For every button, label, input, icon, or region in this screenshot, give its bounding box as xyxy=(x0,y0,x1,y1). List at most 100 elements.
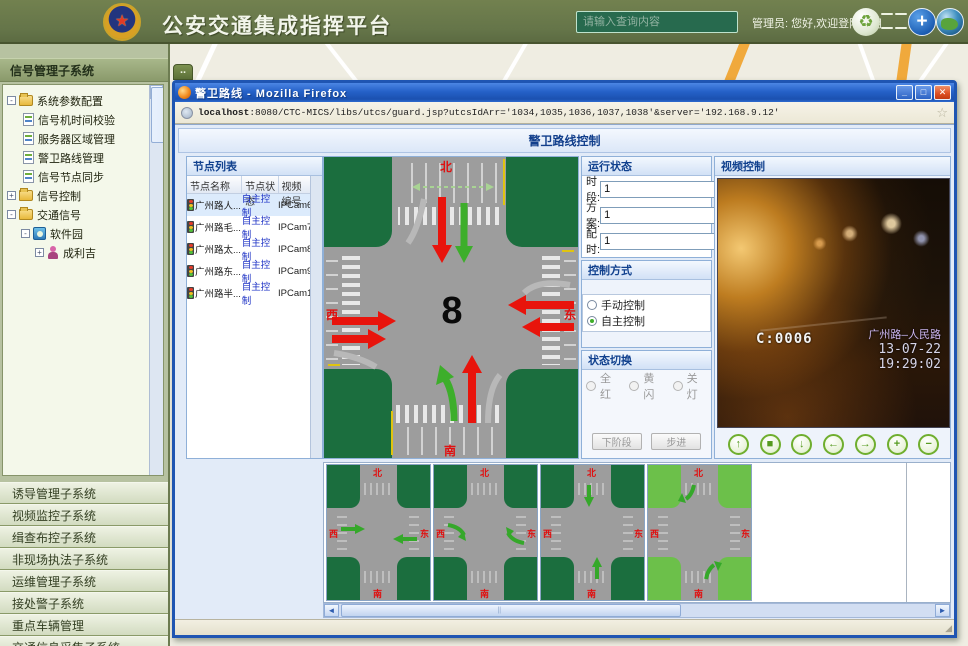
close-button[interactable]: ✕ xyxy=(934,85,951,100)
collapse-icon[interactable]: - xyxy=(21,229,30,238)
video-control-title: 视频控制 xyxy=(715,157,950,176)
search-input[interactable] xyxy=(576,11,738,33)
lights-off-option[interactable]: 关灯 xyxy=(673,378,707,394)
add-button[interactable]: + xyxy=(908,8,936,36)
sidebar-item-video-monitor[interactable]: 视频监控子系统 xyxy=(0,504,168,526)
thumb-label-south: 南 xyxy=(373,588,382,599)
sidebar-item-ops-management[interactable]: 运维管理子系统 xyxy=(0,570,168,592)
tree-item-label: 信号控制 xyxy=(37,188,81,204)
all-red-option[interactable]: 全红 xyxy=(586,378,620,394)
ptz-down-button[interactable]: ↓ xyxy=(791,434,812,455)
phase-thumb-ns-left[interactable]: 北 西 东 南 xyxy=(647,464,752,601)
tree-scrollbar[interactable]: ▲ xyxy=(149,85,163,475)
scroll-right-icon[interactable]: ► xyxy=(935,604,950,617)
radio-icon[interactable] xyxy=(629,381,639,391)
tree-item-chengliji[interactable]: + 成利吉 xyxy=(7,243,159,262)
field-label-timing: 配时: xyxy=(586,225,600,257)
radio-icon[interactable] xyxy=(586,381,596,391)
radio-label: 黄闪 xyxy=(643,370,663,402)
resize-grip[interactable]: ◢ xyxy=(945,623,952,634)
tree-item-node-sync[interactable]: 信号节点同步 xyxy=(7,167,159,186)
minimize-button[interactable]: _ xyxy=(896,85,913,100)
url-text[interactable]: localhost:8080/CTC-MICS/libs/utcs/guard.… xyxy=(198,107,931,118)
ptz-up-button[interactable]: ↑ xyxy=(728,434,749,455)
tree-item-software-park[interactable]: - 软件园 xyxy=(7,224,159,243)
badge-star-icon: ★ xyxy=(115,14,129,30)
apps-grid-icon[interactable] xyxy=(880,8,908,36)
person-icon xyxy=(47,246,59,259)
sidebar-item-alarm-handling[interactable]: 接处警子系统 xyxy=(0,592,168,614)
region-icon xyxy=(33,227,46,240)
scroll-left-icon[interactable]: ◄ xyxy=(324,604,339,617)
scrollbar-thumb[interactable] xyxy=(341,604,681,617)
col-video-id[interactable]: 视频编号 xyxy=(279,176,311,193)
expand-icon[interactable]: + xyxy=(7,191,16,200)
sidebar-item-traffic-collection[interactable]: 交通信息采集子系统 xyxy=(0,636,168,646)
scrollbar-thumb[interactable] xyxy=(151,87,164,143)
label-west: 西 xyxy=(326,308,338,322)
ptz-zoom-out-button[interactable]: − xyxy=(918,434,939,455)
url-path: :8080/CTC-MICS/libs/utcs/guard.jsp?utcsI… xyxy=(249,107,779,118)
thumb-label-north: 北 xyxy=(694,467,703,478)
left-sidebar: 信号管理子系统 - 系统参数配置 信号机时间校验 服务器区域管理 警卫路线管理 xyxy=(0,44,170,646)
bookmark-star-icon[interactable]: ☆ xyxy=(936,105,948,121)
apps-grid-cell xyxy=(895,13,907,15)
node-list-title: 节点列表 xyxy=(187,157,322,176)
controls-column: 运行状态 时段: 方案: 配时: 控制方式 xyxy=(581,156,712,459)
maximize-button[interactable]: □ xyxy=(915,85,932,100)
manual-control-option[interactable]: 手动控制 xyxy=(587,297,706,313)
step-button[interactable]: 步进 xyxy=(651,433,701,450)
yellow-flash-option[interactable]: 黄闪 xyxy=(629,378,663,394)
ptz-right-button[interactable]: → xyxy=(855,434,876,455)
auto-control-option[interactable]: 自主控制 xyxy=(587,313,706,329)
sidebar-item-guidance[interactable]: 诱导管理子系统 xyxy=(0,482,168,504)
tree-item-traffic-signal[interactable]: - 交通信号 xyxy=(7,205,159,224)
scrollbar-track[interactable] xyxy=(339,604,935,617)
node-status-link[interactable]: 自主控制 xyxy=(242,279,278,307)
phase-thumb-ns-straight[interactable]: 北 西 东 南 xyxy=(540,464,645,601)
phase-thumb-ew-left[interactable]: 北 西 东 南 xyxy=(433,464,538,601)
collapse-icon[interactable]: - xyxy=(7,96,16,105)
ptz-controls: ↑ ■ ↓ ← → + − xyxy=(717,431,950,458)
tree-item-guard-route[interactable]: 警卫路线管理 xyxy=(7,148,159,167)
tree-item-system-params[interactable]: - 系统参数配置 xyxy=(7,91,159,110)
thumb-label-north: 北 xyxy=(373,467,382,478)
thumb-label-west: 西 xyxy=(650,529,659,539)
radio-icon[interactable] xyxy=(673,381,683,391)
globe-icon[interactable] xyxy=(936,8,964,36)
phase-thumb-ew-straight[interactable]: 北 西 东 南 xyxy=(326,464,431,601)
tree-item-time-calibration[interactable]: 信号机时间校验 xyxy=(7,110,159,129)
collapse-panel-tab[interactable]: .. xyxy=(173,64,193,80)
collapse-icon[interactable]: - xyxy=(7,210,16,219)
sidebar-header-signal-subsystem[interactable]: 信号管理子系统 xyxy=(0,58,168,82)
col-node-name[interactable]: 节点名称 xyxy=(187,176,242,193)
folder-icon xyxy=(19,190,33,201)
page-content: 警卫路线控制 节点列表 节点名称 节点状态 视频编号 广州路人... 自主控制 … xyxy=(175,124,954,635)
tree-item-signal-control[interactable]: + 信号控制 xyxy=(7,186,159,205)
sidebar-item-investigation[interactable]: 缉查布控子系统 xyxy=(0,526,168,548)
expand-icon[interactable]: + xyxy=(35,248,44,257)
sidebar-item-key-vehicles[interactable]: 重点车辆管理 xyxy=(0,614,168,636)
node-table-scrollbar[interactable] xyxy=(310,176,322,458)
app-title: 公安交通集成指挥平台 xyxy=(162,10,392,40)
thumb-label-south: 南 xyxy=(587,588,596,599)
radio-label: 关灯 xyxy=(687,370,707,402)
app-header: ★ 公安交通集成指挥平台 管理员: 您好,欢迎登陆使用 ♻ + xyxy=(0,0,968,44)
node-list-panel: 节点列表 节点名称 节点状态 视频编号 广州路人... 自主控制 IPCam6 … xyxy=(186,156,323,459)
tree-item-server-area[interactable]: 服务器区域管理 xyxy=(7,129,159,148)
ptz-stop-button[interactable]: ■ xyxy=(760,434,781,455)
window-title: 警卫路线 - Mozilla Firefox xyxy=(195,85,896,101)
ptz-zoom-in-button[interactable]: + xyxy=(887,434,908,455)
horizontal-scrollbar[interactable]: ◄ ► xyxy=(323,603,951,618)
refresh-icon[interactable]: ♻ xyxy=(852,8,880,36)
radio-icon[interactable] xyxy=(587,300,597,310)
thumb-label-west: 西 xyxy=(329,529,338,539)
control-mode-panel: 控制方式 手动控制 自主控制 xyxy=(581,260,712,348)
ptz-left-button[interactable]: ← xyxy=(823,434,844,455)
window-titlebar[interactable]: 警卫路线 - Mozilla Firefox _ □ ✕ xyxy=(175,83,954,102)
sidebar-item-offsite-enforcement[interactable]: 非现场执法子系统 xyxy=(0,548,168,570)
signal-tree: - 系统参数配置 信号机时间校验 服务器区域管理 警卫路线管理 信号节点同步 xyxy=(3,85,163,268)
radio-icon[interactable] xyxy=(587,316,597,326)
table-row[interactable]: 广州路半... 自主控制 IPCam10 xyxy=(187,282,310,304)
next-stage-button[interactable]: 下阶段 xyxy=(592,433,642,450)
